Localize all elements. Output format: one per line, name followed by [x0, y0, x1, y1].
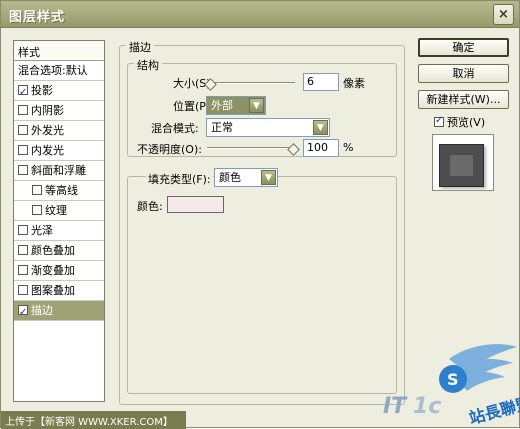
- opacity-unit: %: [343, 141, 354, 154]
- opacity-label: 不透明度(O):: [137, 143, 202, 156]
- color-overlay-checkbox[interactable]: [18, 245, 28, 255]
- preview-checkbox[interactable]: [434, 115, 444, 127]
- inner-shadow-label: 内阴影: [31, 104, 64, 117]
- svg-text:IT: IT: [383, 394, 408, 419]
- blend-mode-label: 混合模式:: [151, 122, 199, 135]
- fill-type-value: 颜色: [219, 171, 241, 184]
- upload-note: 上传于【新客网 WWW.XKER.COM】: [1, 411, 186, 429]
- title-bar[interactable]: 图层样式 ×: [1, 1, 519, 28]
- style-item-outer-glow[interactable]: 外发光: [14, 121, 104, 141]
- chevron-down-icon: ▼: [249, 98, 264, 113]
- gradient-overlay-label: 渐变叠加: [31, 264, 75, 277]
- color-label: 颜色:: [137, 200, 163, 213]
- style-item-bevel-emboss[interactable]: 斜面和浮雕: [14, 161, 104, 181]
- layer-style-dialog: 图层样式 × 样式 混合选项:默认 投影 内阴影 外发光 内发光 斜面和浮雕 等…: [0, 0, 520, 429]
- inner-glow-checkbox[interactable]: [18, 145, 28, 155]
- size-input[interactable]: 6: [303, 73, 339, 91]
- style-preview: [432, 134, 494, 191]
- styles-list: 样式 混合选项:默认 投影 内阴影 外发光 内发光 斜面和浮雕 等高线 纹理 光…: [13, 40, 105, 402]
- preview-toggle[interactable]: 预览(V): [434, 114, 485, 130]
- preview-label: 预览(V): [447, 116, 486, 129]
- inner-glow-label: 内发光: [31, 144, 64, 157]
- bevel-emboss-checkbox[interactable]: [18, 165, 28, 175]
- style-item-inner-glow[interactable]: 内发光: [14, 141, 104, 161]
- style-item-contour[interactable]: 等高线: [14, 181, 104, 201]
- style-item-inner-shadow[interactable]: 内阴影: [14, 101, 104, 121]
- svg-text:S: S: [447, 370, 459, 389]
- fill-type-select[interactable]: 颜色 ▼: [214, 168, 278, 187]
- style-item-color-overlay[interactable]: 颜色叠加: [14, 241, 104, 261]
- inner-shadow-checkbox[interactable]: [18, 105, 28, 115]
- close-icon: ×: [498, 7, 509, 22]
- style-item-gradient-overlay[interactable]: 渐变叠加: [14, 261, 104, 281]
- blend-options-label: 混合选项:默认: [18, 64, 88, 77]
- new-style-button[interactable]: 新建样式(W)...: [418, 90, 509, 109]
- drop-shadow-label: 投影: [31, 84, 53, 97]
- pattern-overlay-checkbox[interactable]: [18, 285, 28, 295]
- color-swatch[interactable]: [167, 196, 224, 213]
- opacity-input[interactable]: 100: [303, 139, 339, 157]
- blend-mode-select[interactable]: 正常 ▼: [206, 118, 330, 137]
- structure-group-label: 结构: [134, 57, 162, 73]
- outer-glow-label: 外发光: [31, 124, 64, 137]
- style-item-pattern-overlay[interactable]: 图案叠加: [14, 281, 104, 301]
- texture-label: 纹理: [45, 204, 67, 217]
- style-item-texture[interactable]: 纹理: [14, 201, 104, 221]
- style-item-stroke[interactable]: 描边: [14, 301, 104, 322]
- style-item-satin[interactable]: 光泽: [14, 221, 104, 241]
- chevron-down-icon: ▼: [313, 120, 328, 135]
- style-item-drop-shadow[interactable]: 投影: [14, 81, 104, 102]
- pattern-overlay-label: 图案叠加: [31, 284, 75, 297]
- drop-shadow-checkbox[interactable]: [18, 83, 28, 102]
- stroke-group-label: 描边: [126, 39, 154, 55]
- styles-header[interactable]: 样式: [14, 41, 104, 61]
- contour-checkbox[interactable]: [32, 185, 42, 195]
- stroke-checkbox[interactable]: [18, 303, 28, 322]
- ok-button[interactable]: 确定: [418, 38, 509, 57]
- size-unit: 像素: [343, 77, 365, 90]
- opacity-slider-track[interactable]: [207, 147, 295, 149]
- size-slider-track[interactable]: [207, 82, 295, 84]
- satin-checkbox[interactable]: [18, 225, 28, 235]
- gradient-overlay-checkbox[interactable]: [18, 265, 28, 275]
- chevron-down-icon: ▼: [261, 170, 276, 185]
- fill-type-label: 填充类型(F):: [146, 171, 213, 187]
- svg-text:1c: 1c: [413, 394, 441, 419]
- satin-label: 光泽: [31, 224, 53, 237]
- position-select[interactable]: 外部 ▼: [206, 96, 266, 115]
- cancel-button[interactable]: 取消: [418, 64, 509, 83]
- bevel-emboss-label: 斜面和浮雕: [31, 164, 86, 177]
- stroke-label: 描边: [31, 304, 53, 317]
- contour-label: 等高线: [45, 184, 78, 197]
- preview-thumbnail: [439, 144, 484, 187]
- color-overlay-label: 颜色叠加: [31, 244, 75, 257]
- blend-mode-value: 正常: [211, 121, 233, 134]
- outer-glow-checkbox[interactable]: [18, 125, 28, 135]
- position-value: 外部: [211, 99, 233, 112]
- blend-options-item[interactable]: 混合选项:默认: [14, 61, 104, 81]
- dialog-title: 图层样式: [9, 10, 66, 25]
- texture-checkbox[interactable]: [32, 205, 42, 215]
- close-button[interactable]: ×: [493, 4, 514, 25]
